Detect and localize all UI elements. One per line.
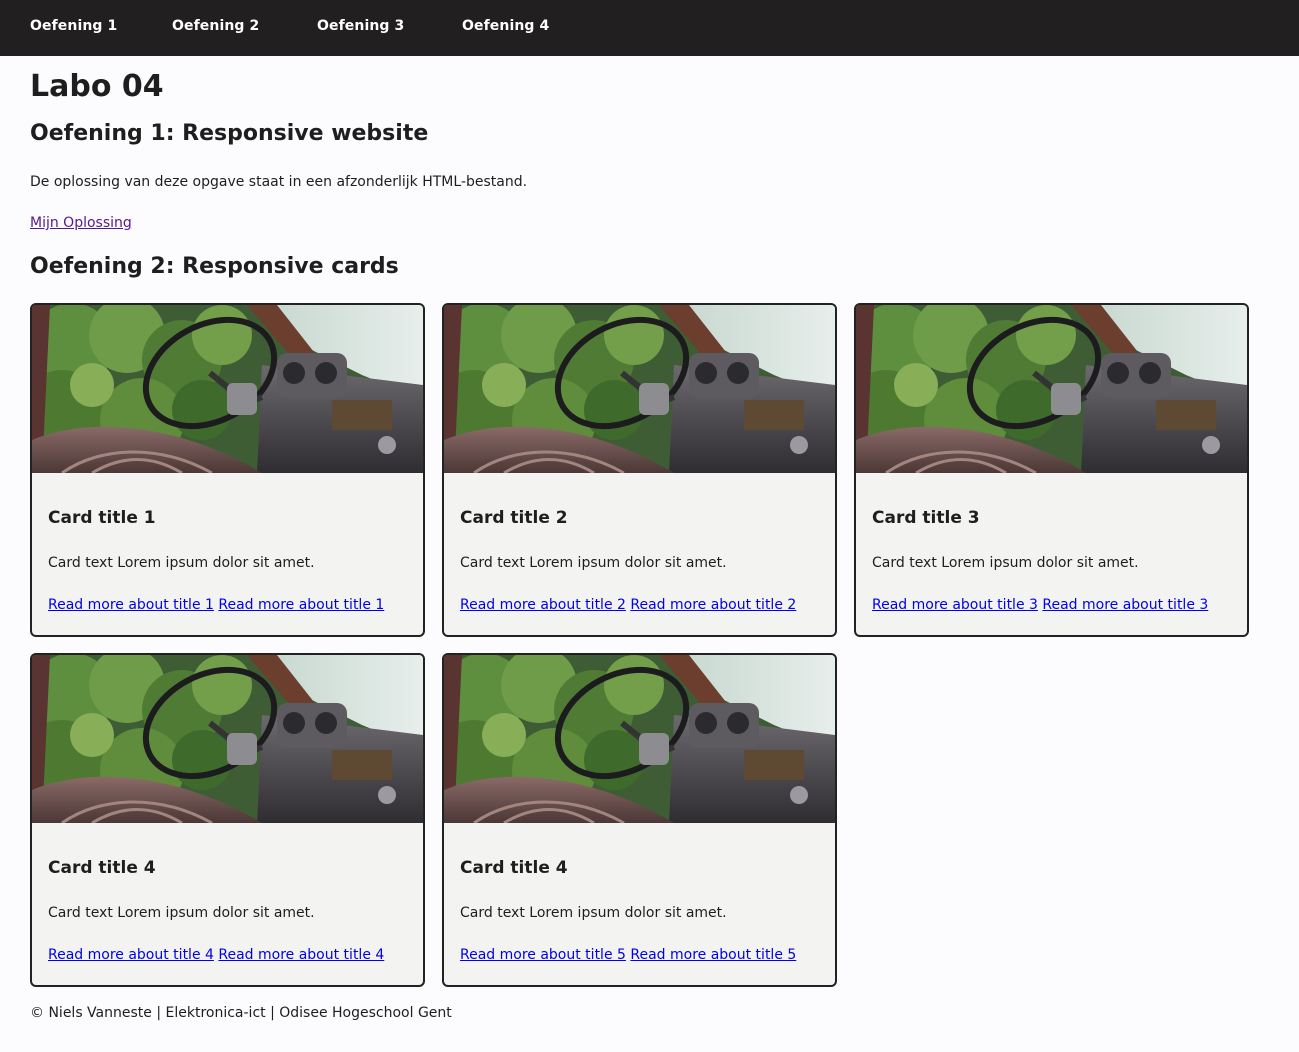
card-links: Read more about title 5 Read more about … <box>460 945 796 965</box>
card-read-more-link-secondary[interactable]: Read more about title 5 <box>630 947 796 963</box>
card-title: Card title 2 <box>460 508 568 528</box>
card-links: Read more about title 3 Read more about … <box>872 595 1208 615</box>
nav-link-oefening-2[interactable]: Oefening 2 <box>172 17 259 35</box>
card-read-more-link-secondary[interactable]: Read more about title 2 <box>630 597 796 613</box>
card-title: Card title 4 <box>460 858 568 878</box>
card-text: Card text Lorem ipsum dolor sit amet. <box>872 555 1139 571</box>
page-title: Labo 04 <box>30 69 164 104</box>
solution-link[interactable]: Mijn Oplossing <box>30 213 132 233</box>
card-read-more-link[interactable]: Read more about title 3 <box>872 597 1038 613</box>
section-1-heading: Oefening 1: Responsive website <box>30 121 429 146</box>
section-2-heading: Oefening 2: Responsive cards <box>30 254 399 279</box>
card-read-more-link-secondary[interactable]: Read more about title 1 <box>218 597 384 613</box>
footer: © Niels Vanneste | Elektronica-ict | Odi… <box>30 1005 452 1021</box>
nav-link-oefening-4[interactable]: Oefening 4 <box>462 17 549 35</box>
card-image <box>32 655 423 823</box>
top-navigation: Oefening 1 Oefening 2 Oefening 3 Oefenin… <box>0 0 1299 56</box>
card-title: Card title 1 <box>48 508 156 528</box>
card-title: Card title 4 <box>48 858 156 878</box>
card-read-more-link[interactable]: Read more about title 1 <box>48 597 214 613</box>
card-4: Card title 4 Card text Lorem ipsum dolor… <box>30 653 425 987</box>
card-links: Read more about title 1 Read more about … <box>48 595 384 615</box>
card-5: Card title 4 Card text Lorem ipsum dolor… <box>442 653 837 987</box>
card-1: Card title 1 Card text Lorem ipsum dolor… <box>30 303 425 637</box>
card-text: Card text Lorem ipsum dolor sit amet. <box>48 905 315 921</box>
card-image <box>856 305 1247 473</box>
card-links: Read more about title 4 Read more about … <box>48 945 384 965</box>
card-links: Read more about title 2 Read more about … <box>460 595 796 615</box>
card-read-more-link[interactable]: Read more about title 2 <box>460 597 626 613</box>
card-read-more-link[interactable]: Read more about title 4 <box>48 947 214 963</box>
card-image <box>444 305 835 473</box>
card-image <box>32 305 423 473</box>
card-text: Card text Lorem ipsum dolor sit amet. <box>48 555 315 571</box>
card-read-more-link-secondary[interactable]: Read more about title 4 <box>218 947 384 963</box>
card-3: Card title 3 Card text Lorem ipsum dolor… <box>854 303 1249 637</box>
nav-link-oefening-3[interactable]: Oefening 3 <box>317 17 404 35</box>
card-2: Card title 2 Card text Lorem ipsum dolor… <box>442 303 837 637</box>
card-image <box>444 655 835 823</box>
card-read-more-link[interactable]: Read more about title 5 <box>460 947 626 963</box>
card-read-more-link-secondary[interactable]: Read more about title 3 <box>1042 597 1208 613</box>
card-text: Card text Lorem ipsum dolor sit amet. <box>460 905 727 921</box>
card-text: Card text Lorem ipsum dolor sit amet. <box>460 555 727 571</box>
card-title: Card title 3 <box>872 508 980 528</box>
nav-link-oefening-1[interactable]: Oefening 1 <box>30 17 117 35</box>
section-1-text: De oplossing van deze opgave staat in ee… <box>30 174 528 190</box>
